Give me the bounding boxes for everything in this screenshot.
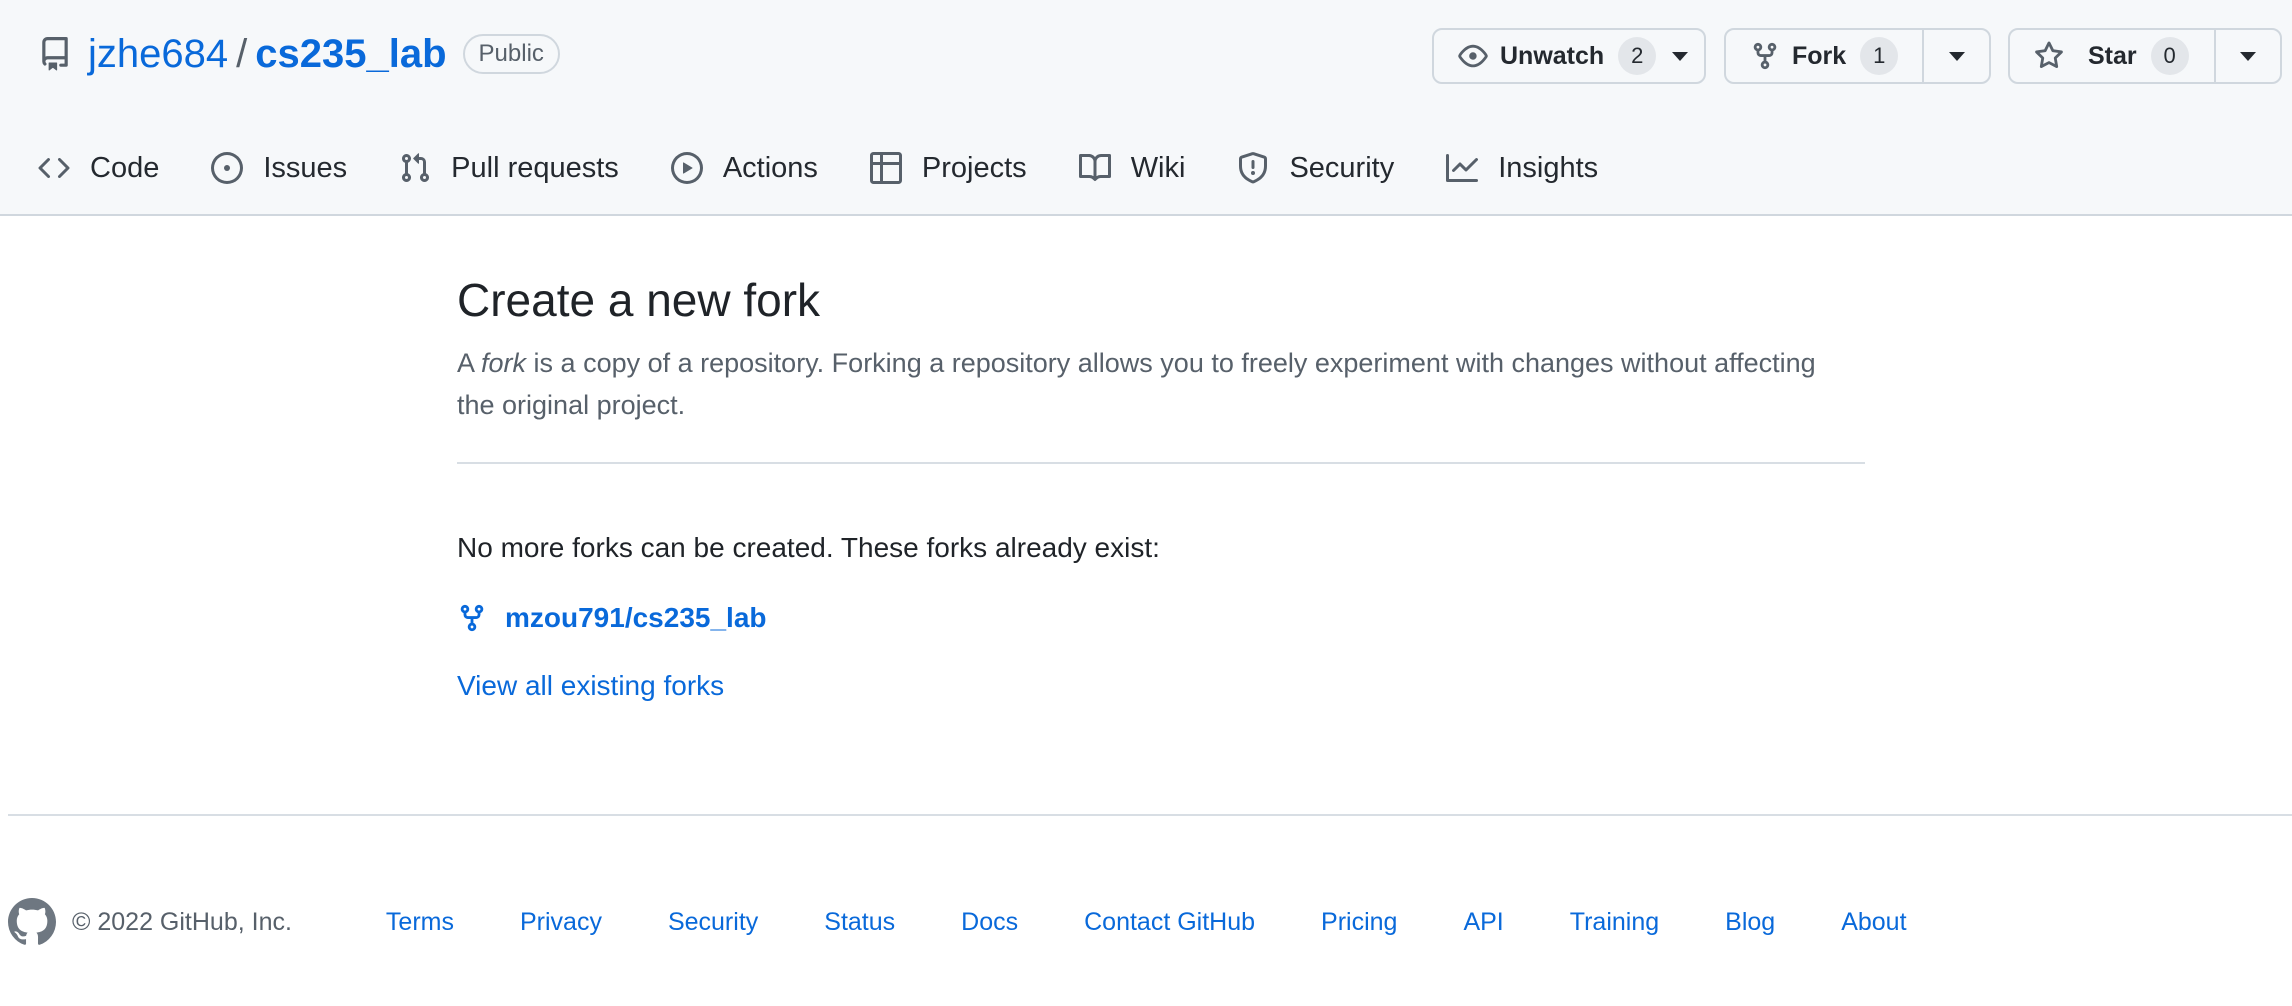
- tab-wiki[interactable]: Wiki: [1078, 138, 1186, 198]
- git-pull-request-icon: [399, 152, 431, 184]
- tab-insights-label: Insights: [1498, 151, 1599, 184]
- fork-description: A fork is a copy of a repository. Forkin…: [457, 342, 1857, 426]
- chevron-down-icon: [1672, 51, 1689, 61]
- footer-link-blog[interactable]: Blog: [1725, 908, 1775, 937]
- fork-button-group[interactable]: Fork 1: [1724, 28, 1991, 84]
- existing-fork-link[interactable]: mzou791/cs235_lab: [505, 602, 767, 634]
- tab-insights[interactable]: Insights: [1446, 138, 1598, 198]
- unwatch-button[interactable]: Unwatch 2: [1432, 28, 1706, 84]
- unwatch-label: Unwatch: [1500, 41, 1605, 70]
- fork-dropdown-toggle[interactable]: [1922, 30, 1989, 82]
- tab-issues[interactable]: Issues: [211, 138, 347, 198]
- shield-icon: [1237, 152, 1269, 184]
- footer-link-api[interactable]: API: [1463, 908, 1503, 937]
- description-fork-term: fork: [481, 348, 527, 378]
- footer: © 2022 GitHub, Inc. Terms Privacy Securi…: [8, 896, 1973, 948]
- visibility-badge: Public: [462, 34, 560, 74]
- page-title: Create a new fork: [457, 274, 821, 326]
- eye-icon: [1458, 41, 1488, 71]
- footer-link-docs[interactable]: Docs: [961, 908, 1018, 937]
- footer-link-privacy[interactable]: Privacy: [520, 908, 602, 937]
- watch-dropdown-toggle[interactable]: [1656, 30, 1704, 82]
- footer-link-training[interactable]: Training: [1570, 908, 1659, 937]
- fork-button[interactable]: Fork 1: [1726, 30, 1922, 82]
- github-logo-icon[interactable]: [8, 898, 56, 946]
- footer-link-security[interactable]: Security: [668, 908, 758, 937]
- tab-projects-label: Projects: [921, 151, 1027, 184]
- footer-link-pricing[interactable]: Pricing: [1321, 908, 1397, 937]
- repo-nav-tabs: Code Issues Pull requests Actions Projec…: [38, 138, 1650, 198]
- repo-title-row: jzhe684 / cs235_lab Public: [38, 26, 560, 82]
- tab-projects[interactable]: Projects: [869, 138, 1027, 198]
- footer-link-about[interactable]: About: [1841, 908, 1906, 937]
- play-icon: [670, 152, 703, 184]
- code-icon: [38, 152, 70, 184]
- create-fork-panel: Create a new fork A fork is a copy of a …: [457, 268, 1865, 702]
- tab-issues-label: Issues: [263, 151, 348, 184]
- tab-wiki-label: Wiki: [1130, 151, 1186, 184]
- star-count: 0: [2150, 37, 2189, 75]
- footer-links: Terms Privacy Security Status Docs Conta…: [386, 908, 1973, 937]
- repo-icon: [38, 37, 72, 71]
- star-button[interactable]: Star 0: [2010, 30, 2214, 82]
- repo-forked-icon: [1750, 41, 1780, 71]
- chevron-down-icon: [2240, 51, 2256, 61]
- tab-pull-requests[interactable]: Pull requests: [399, 138, 619, 198]
- footer-link-status[interactable]: Status: [824, 908, 895, 937]
- description-prefix: A: [457, 348, 482, 378]
- tab-actions-label: Actions: [722, 151, 818, 184]
- repo-name-link[interactable]: cs235_lab: [255, 32, 446, 77]
- fork-count: 1: [1860, 37, 1899, 75]
- chevron-down-icon: [1948, 51, 1965, 61]
- footer-link-contact-github[interactable]: Contact GitHub: [1084, 908, 1255, 937]
- star-icon: [2034, 41, 2064, 71]
- issue-opened-icon: [211, 152, 244, 184]
- tab-actions[interactable]: Actions: [670, 138, 818, 198]
- description-text: is a copy of a repository. Forking a rep…: [457, 348, 1816, 420]
- star-dropdown-toggle[interactable]: [2214, 30, 2280, 82]
- tab-pull-requests-label: Pull requests: [451, 151, 619, 184]
- repo-path-separator: /: [236, 31, 248, 76]
- footer-link-terms[interactable]: Terms: [386, 908, 454, 937]
- table-icon: [869, 152, 902, 184]
- repo-header: jzhe684 / cs235_lab Public Unwatch 2 For…: [0, 0, 2292, 216]
- existing-fork-item: mzou791/cs235_lab: [457, 602, 1865, 634]
- watch-count: 2: [1618, 37, 1657, 75]
- star-label: Star: [2088, 41, 2137, 70]
- no-more-forks-message: No more forks can be created. These fork…: [457, 532, 1160, 563]
- tab-security[interactable]: Security: [1237, 138, 1394, 198]
- star-button-group[interactable]: Star 0: [2008, 28, 2282, 84]
- fork-label: Fork: [1792, 41, 1847, 70]
- divider: [457, 462, 1865, 464]
- footer-divider: [8, 814, 2292, 816]
- tab-code[interactable]: Code: [38, 138, 159, 198]
- tab-security-label: Security: [1289, 151, 1395, 184]
- copyright-text: © 2022 GitHub, Inc.: [72, 907, 292, 936]
- tab-code-label: Code: [90, 151, 160, 184]
- repo-forked-icon: [457, 603, 487, 633]
- view-all-forks-link[interactable]: View all existing forks: [457, 670, 724, 702]
- graph-icon: [1446, 152, 1479, 184]
- unwatch-main[interactable]: Unwatch 2: [1434, 30, 1657, 82]
- repo-owner-link[interactable]: jzhe684: [88, 32, 228, 77]
- book-icon: [1078, 152, 1111, 184]
